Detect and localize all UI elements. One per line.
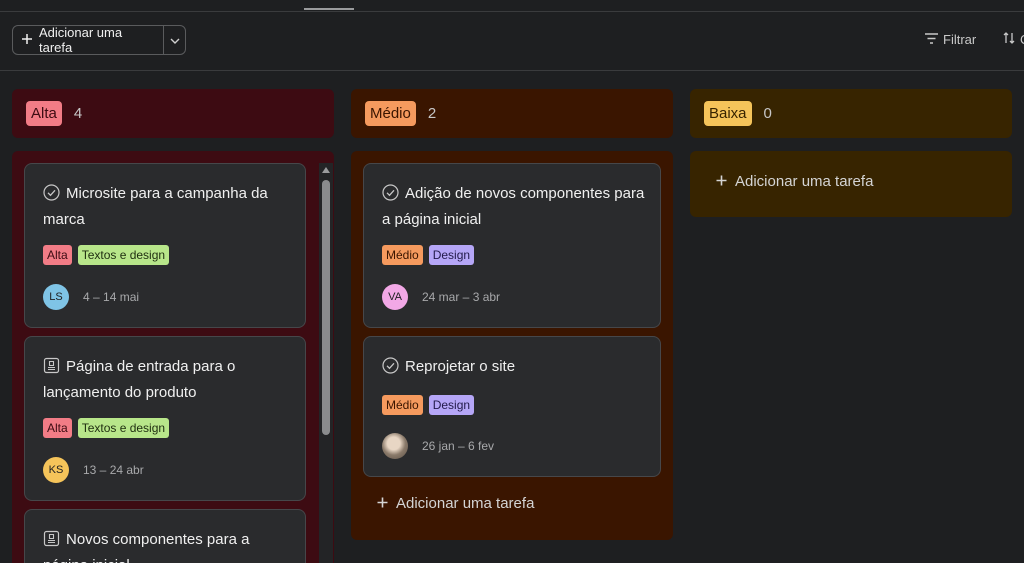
category-tag: Textos e design <box>77 418 170 438</box>
add-task-label: Adicionar uma tarefa <box>39 25 123 55</box>
column-scrollbar[interactable] <box>319 163 333 563</box>
plus-icon <box>21 33 33 48</box>
approval-stamp-icon <box>43 357 60 381</box>
add-task-split-button: Adicionar uma tarefa <box>12 25 186 55</box>
add-task-button[interactable]: Adicionar uma tarefa <box>13 25 165 55</box>
filter-icon <box>925 32 938 47</box>
task-title: Microsite para a campanha da marca <box>43 182 291 231</box>
category-tag: Design <box>428 395 475 415</box>
task-tags: Médio Design <box>382 395 475 415</box>
add-task-label: Adicionar uma tarefa <box>396 495 535 512</box>
filter-label: Filtrar <box>943 32 977 47</box>
task-meta: KS 13 – 24 abr <box>43 457 144 483</box>
task-title-text: Página de entrada para o lançamento do p… <box>43 358 236 401</box>
task-meta: LS 4 – 14 mai <box>43 284 139 310</box>
column-name-badge: Baixa <box>704 101 752 126</box>
column-task-count: 2 <box>427 105 437 122</box>
check-circle-icon <box>43 184 60 208</box>
sort-icon <box>1003 32 1015 47</box>
column-header-alta[interactable]: Alta 4 <box>12 89 334 138</box>
task-tags: Alta Textos e design <box>43 245 170 265</box>
task-tags: Médio Design <box>382 245 475 265</box>
task-title: Adição de novos componentes para a págin… <box>382 182 646 231</box>
add-task-dropdown[interactable] <box>164 26 185 54</box>
task-tags: Alta Textos e design <box>43 418 170 438</box>
priority-tag: Médio <box>382 395 423 415</box>
task-meta: VA 24 mar – 3 abr <box>382 284 500 310</box>
task-card[interactable]: Página de entrada para o lançamento do p… <box>24 336 306 501</box>
task-title: Página de entrada para o lançamento do p… <box>43 355 291 404</box>
avatar[interactable]: LS <box>43 284 69 310</box>
task-title-text: Reprojetar o site <box>405 358 516 375</box>
avatar[interactable]: KS <box>43 457 69 483</box>
category-tag: Textos e design <box>77 245 170 265</box>
check-circle-icon <box>382 357 399 381</box>
task-dates: 26 jan – 6 fev <box>422 439 495 453</box>
task-title: Novos componentes para a página inicial <box>43 528 291 563</box>
task-card[interactable]: Reprojetar o site Médio Design 26 jan – … <box>363 336 661 477</box>
priority-tag: Alta <box>43 418 72 438</box>
task-title: Reprojetar o site <box>382 355 646 381</box>
avatar-photo[interactable] <box>382 433 408 459</box>
sort-label: C <box>1020 32 1024 47</box>
chevron-down-icon <box>170 31 180 49</box>
column-task-count: 4 <box>73 105 83 122</box>
task-card[interactable]: Adição de novos componentes para a págin… <box>363 163 661 328</box>
add-task-label: Adicionar uma tarefa <box>735 173 874 190</box>
column-header-medio[interactable]: Médio 2 <box>351 89 673 138</box>
approval-stamp-icon <box>43 530 60 554</box>
sort-button[interactable]: C <box>1003 32 1024 47</box>
priority-tag: Alta <box>43 245 72 265</box>
scrollbar-thumb[interactable] <box>322 180 330 435</box>
task-title-text: Microsite para a campanha da marca <box>43 185 268 228</box>
task-dates: 4 – 14 mai <box>83 290 140 304</box>
add-task-link-medio[interactable]: Adicionar uma tarefa <box>377 495 534 512</box>
active-tab-indicator <box>304 8 354 10</box>
column-header-baixa[interactable]: Baixa 0 <box>690 89 1012 138</box>
filter-button[interactable]: Filtrar <box>925 32 976 47</box>
check-circle-icon <box>382 184 399 208</box>
column-task-count: 0 <box>763 105 772 122</box>
plus-icon <box>716 173 727 190</box>
task-title-text: Adição de novos componentes para a págin… <box>382 185 645 228</box>
task-dates: 24 mar – 3 abr <box>422 290 501 304</box>
task-card[interactable]: Microsite para a campanha da marca Alta … <box>24 163 306 328</box>
task-meta: 26 jan – 6 fev <box>382 433 494 459</box>
column-name-badge: Médio <box>365 101 416 126</box>
task-title-text: Novos componentes para a página inicial <box>43 531 250 563</box>
avatar[interactable]: VA <box>382 284 408 310</box>
task-card[interactable]: Novos componentes para a página inicial <box>24 509 306 563</box>
priority-tag: Médio <box>382 245 423 265</box>
category-tag: Design <box>428 245 475 265</box>
scroll-up-arrow-icon[interactable] <box>322 167 330 173</box>
task-dates: 13 – 24 abr <box>83 463 144 477</box>
column-name-badge: Alta <box>26 101 62 126</box>
top-tab-strip <box>0 0 1024 12</box>
plus-icon <box>377 495 388 512</box>
add-task-link-baixa[interactable]: Adicionar uma tarefa <box>716 173 873 190</box>
toolbar: Adicionar uma tarefa Filtrar C <box>0 12 1024 71</box>
